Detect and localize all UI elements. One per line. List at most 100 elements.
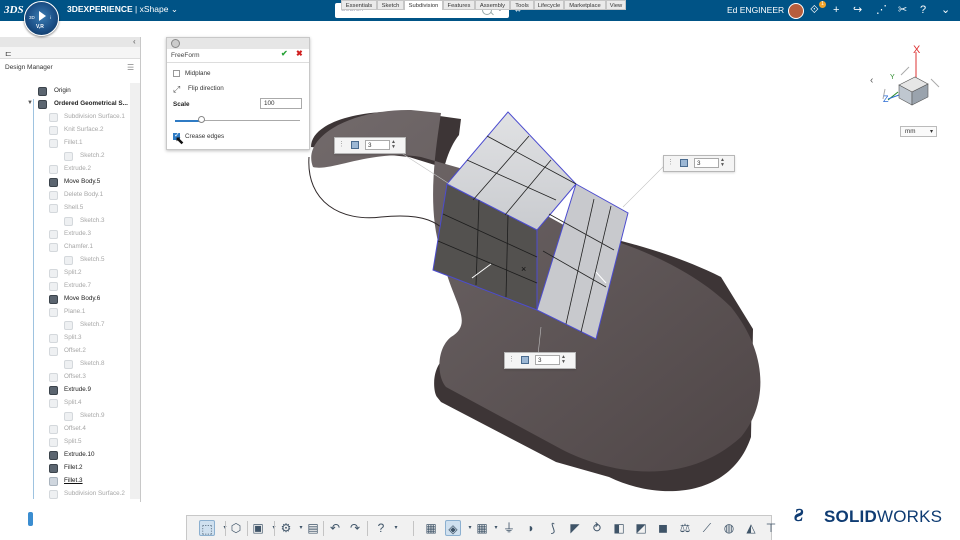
spinner-right-input[interactable]: 3: [694, 158, 719, 168]
tree-item[interactable]: Offset.4: [0, 423, 130, 436]
share-icon[interactable]: ↪: [853, 3, 862, 17]
tree-item[interactable]: Split.4: [0, 397, 130, 410]
tab-features[interactable]: Features: [443, 0, 475, 10]
bend-icon[interactable]: ⟆: [545, 520, 561, 536]
units-select[interactable]: mm ▾: [900, 126, 937, 137]
tab-view[interactable]: View: [606, 0, 626, 10]
tree-item[interactable]: Knit Surface.2: [0, 124, 130, 137]
help-dropdown-icon[interactable]: ▾: [388, 520, 404, 536]
extrude-face-icon[interactable]: ⏚: [501, 520, 517, 536]
tree-item[interactable]: Delete Body.1: [0, 189, 130, 202]
tree-item[interactable]: Extrude.3: [0, 228, 130, 241]
tree-item[interactable]: Split.5: [0, 436, 130, 449]
part-icon[interactable]: ⬡: [228, 520, 244, 536]
tree-item[interactable]: Subdivision Surface.2: [0, 488, 130, 501]
tree-item[interactable]: Chamfer.1: [0, 241, 130, 254]
tree-item[interactable]: Extrude.2: [0, 163, 130, 176]
freeform-icon[interactable]: ◈: [445, 520, 461, 536]
tree-item[interactable]: Fillet.1: [0, 137, 130, 150]
twist-icon[interactable]: ⥁: [589, 520, 605, 536]
spinner-bottom[interactable]: ⋮ 3 ▲ ▼: [504, 352, 576, 369]
tree-item[interactable]: Subdivision Surface.1: [0, 111, 130, 124]
tools-icon[interactable]: ✂: [898, 3, 907, 17]
scale-slider-handle[interactable]: [198, 116, 205, 123]
tree-item[interactable]: Sketch.8: [0, 358, 130, 371]
tree-item[interactable]: Origin: [0, 85, 130, 98]
tab-subdivision[interactable]: Subdivision: [404, 0, 443, 10]
notification-badge[interactable]: 1: [819, 1, 826, 8]
menu-icon[interactable]: ☰: [127, 63, 134, 72]
flatten-icon[interactable]: ◩: [633, 520, 649, 536]
fold-icon[interactable]: ◤: [567, 520, 583, 536]
network-icon[interactable]: ⋰: [876, 3, 887, 17]
spinner-right[interactable]: ⋮ 3 ▲ ▼: [663, 155, 735, 172]
scale-input[interactable]: 100: [260, 98, 302, 109]
redo-icon[interactable]: ↷: [347, 520, 363, 536]
tree-item[interactable]: Sketch.5: [0, 254, 130, 267]
tree-item[interactable]: Extrude.9: [0, 384, 130, 397]
tree-item[interactable]: Offset.3: [0, 371, 130, 384]
tree-item[interactable]: Move Body.5: [0, 176, 130, 189]
surface-icon[interactable]: ◧: [611, 520, 627, 536]
help-icon[interactable]: ?: [373, 520, 389, 536]
avatar[interactable]: [788, 3, 804, 19]
crease-icon[interactable]: ⟋: [699, 520, 715, 536]
clipboard-icon[interactable]: ▤: [305, 520, 321, 536]
tree-item[interactable]: ▼ Ordered Geometrical S...: [0, 98, 130, 111]
tree-item[interactable]: Offset.2: [0, 345, 130, 358]
bevel-icon[interactable]: ◭: [743, 520, 759, 536]
add-icon[interactable]: +: [833, 3, 839, 17]
spinner-arrows-icon[interactable]: ▲ ▼: [720, 158, 725, 168]
user-name[interactable]: Ed ENGINEER: [727, 5, 784, 15]
tree-item[interactable]: Move Body.6: [0, 293, 130, 306]
tree-item[interactable]: Fillet.2: [0, 462, 130, 475]
tree-item[interactable]: Split.3: [0, 332, 130, 345]
tab-marketplace[interactable]: Marketplace: [564, 0, 606, 10]
dialog-header[interactable]: [167, 38, 309, 49]
cancel-close-icon[interactable]: ✖: [296, 49, 303, 58]
tab-tools[interactable]: Tools: [510, 0, 534, 10]
spinner-arrows-icon[interactable]: ▲ ▼: [391, 140, 396, 150]
triad-chevron-left-icon[interactable]: ‹: [870, 75, 873, 86]
units-chevron-down-icon[interactable]: ▾: [930, 127, 933, 137]
tree-item[interactable]: Sketch.7: [0, 319, 130, 332]
spinner-bottom-input[interactable]: 3: [535, 355, 560, 365]
subdivision-surface-icon[interactable]: ▦: [423, 520, 439, 536]
tab-assembly[interactable]: Assembly: [475, 0, 510, 10]
select-icon[interactable]: ⬚: [199, 520, 215, 536]
drag-handle-icon[interactable]: ⋮: [508, 355, 515, 363]
chevron-down-icon[interactable]: ⌄: [941, 3, 950, 17]
tree-item[interactable]: Sketch.2: [0, 150, 130, 163]
help-icon[interactable]: ?: [920, 3, 926, 17]
undo-icon[interactable]: ↶: [327, 520, 343, 536]
expand-triangle-icon[interactable]: ▼: [27, 100, 33, 106]
rollback-marker[interactable]: [28, 512, 33, 526]
weight-icon[interactable]: ⚖: [677, 520, 693, 536]
tab-essentials[interactable]: Essentials: [341, 0, 377, 10]
tree-item[interactable]: Plane.1: [0, 306, 130, 319]
tree-item[interactable]: Extrude.10: [0, 449, 130, 462]
tree-item[interactable]: Extrude.7: [0, 280, 130, 293]
tab-lifecycle[interactable]: Lifecycle: [534, 0, 564, 10]
midplane-checkbox[interactable]: [173, 70, 180, 77]
collapse-chevron-left-icon[interactable]: ‹: [133, 37, 136, 46]
compass-play-icon[interactable]: [39, 11, 46, 21]
tree-view-icon[interactable]: ⊏: [5, 49, 12, 58]
flip-direction-label[interactable]: Flip direction: [188, 85, 224, 92]
flip-direction-icon[interactable]: ⤢: [173, 84, 180, 95]
tree-item[interactable]: Sketch.3: [0, 215, 130, 228]
app-brand[interactable]: 3DEXPERIENCE | xShape ⌄: [67, 4, 178, 15]
bridge-icon[interactable]: ◗: [523, 520, 539, 536]
settings-gear-icon[interactable]: ⚙: [278, 520, 294, 536]
tab-sketch[interactable]: Sketch: [377, 0, 404, 10]
tree-item[interactable]: Shell.5: [0, 202, 130, 215]
tree-item[interactable]: Sketch.9: [0, 410, 130, 423]
drag-handle-icon[interactable]: ⋮: [338, 140, 345, 148]
drag-handle-icon[interactable]: ⋮: [667, 158, 674, 166]
spinner-arrows-icon[interactable]: ▲ ▼: [561, 355, 566, 365]
sphere-icon[interactable]: ◍: [721, 520, 737, 536]
spinner-left[interactable]: ⋮ 3 ▲ ▼: [334, 137, 406, 154]
app-chevron-down-icon[interactable]: ⌄: [171, 4, 178, 14]
ds-logo-icon[interactable]: 3DS: [4, 3, 24, 17]
spinner-left-input[interactable]: 3: [365, 140, 390, 150]
